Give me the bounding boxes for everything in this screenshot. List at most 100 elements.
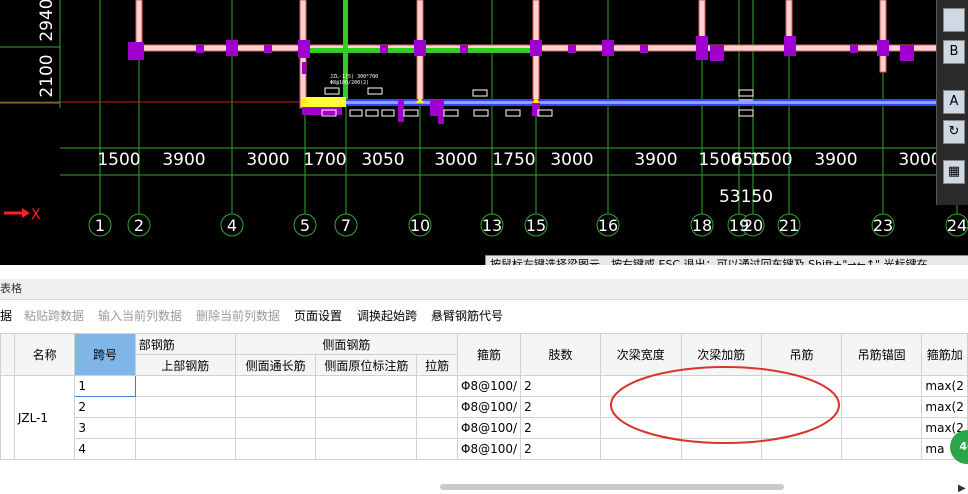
stirrup-cell[interactable]: Φ8@100/ bbox=[457, 375, 522, 397]
legs-cell[interactable]: 2 bbox=[520, 375, 602, 397]
col-tie[interactable]: 拉筋 bbox=[416, 354, 459, 376]
tool-button-a[interactable]: A bbox=[943, 90, 965, 114]
scroll-right-icon[interactable]: ▶ bbox=[958, 483, 966, 494]
dim-6: 3000 bbox=[434, 150, 477, 170]
dim-9: 3900 bbox=[634, 150, 677, 170]
stirrup-cell[interactable]: Φ8@100/ bbox=[457, 417, 522, 439]
side-through-cell[interactable] bbox=[234, 438, 317, 460]
hanger-anchor-cell[interactable] bbox=[840, 375, 923, 397]
beam-name-cell[interactable]: JZL-1 bbox=[13, 375, 76, 460]
input-column-data-button[interactable]: 输入当前列数据 bbox=[98, 305, 182, 327]
swap-start-span-button[interactable]: 调换起始跨 bbox=[357, 305, 417, 327]
side-through-cell[interactable] bbox=[234, 417, 317, 439]
dim-2: 3900 bbox=[162, 150, 205, 170]
dim-1: 1500 bbox=[97, 150, 140, 170]
col-side-through[interactable]: 侧面通长筋 bbox=[234, 354, 317, 376]
row-header-corner bbox=[0, 333, 15, 376]
hanger-anchor-cell[interactable] bbox=[840, 417, 923, 439]
side-mark-cell[interactable] bbox=[315, 375, 418, 397]
col-stirrup-add[interactable]: 箍筋加 bbox=[921, 333, 968, 376]
right-toolbar: B A ↻ ▦ bbox=[936, 0, 968, 205]
span-cell[interactable]: 2 bbox=[74, 396, 136, 418]
span-cell[interactable]: 4 bbox=[74, 438, 136, 460]
stirrup-add-cell[interactable]: max(2 bbox=[921, 396, 968, 418]
col-legs[interactable]: 肢数 bbox=[520, 333, 602, 376]
panel-title: 表格 bbox=[0, 279, 968, 300]
top-steel-cell[interactable] bbox=[134, 375, 236, 397]
dim-7: 1750 bbox=[492, 150, 535, 170]
legs-cell[interactable]: 2 bbox=[520, 417, 602, 439]
top-steel-cell[interactable] bbox=[134, 396, 236, 418]
side-through-cell[interactable] bbox=[234, 396, 317, 418]
axis-23: 23 bbox=[873, 216, 893, 235]
left-dim-2: 2100 bbox=[37, 54, 57, 97]
stirrup-add-cell[interactable]: max(2 bbox=[921, 375, 968, 397]
tool-button-1[interactable] bbox=[943, 8, 965, 32]
svg-text:Φ8@100/200(2): Φ8@100/200(2) bbox=[330, 80, 369, 86]
dim-8: 3000 bbox=[550, 150, 593, 170]
toolbar-data-button[interactable]: 据 bbox=[0, 305, 12, 327]
dim-5: 3050 bbox=[361, 150, 404, 170]
axis-21: 21 bbox=[779, 216, 799, 235]
axis-15: 15 bbox=[526, 216, 546, 235]
drawing-area[interactable]: JZL-1(5) 300*700 Φ8@100/200(2) 1500 3900… bbox=[0, 0, 968, 265]
delete-column-data-button[interactable]: 删除当前列数据 bbox=[196, 305, 280, 327]
col-span[interactable]: 跨号 bbox=[74, 333, 136, 376]
stirrup-cell[interactable]: Φ8@100/ bbox=[457, 396, 522, 418]
span-cell[interactable]: 1 bbox=[74, 375, 136, 397]
cad-canvas[interactable]: JZL-1(5) 300*700 Φ8@100/200(2) 1500 3900… bbox=[0, 0, 968, 265]
dim-3: 3000 bbox=[246, 150, 289, 170]
col-stirrup[interactable]: 箍筋 bbox=[457, 333, 522, 376]
side-mark-cell[interactable] bbox=[315, 396, 418, 418]
hanger-anchor-cell[interactable] bbox=[840, 396, 923, 418]
side-through-cell[interactable] bbox=[234, 375, 317, 397]
axis-10: 10 bbox=[410, 216, 430, 235]
dim-12: 1500 bbox=[749, 150, 792, 170]
dim-4: 1700 bbox=[303, 150, 346, 170]
axis-7: 7 bbox=[341, 216, 351, 235]
axis-16: 16 bbox=[598, 216, 618, 235]
row-header bbox=[0, 375, 15, 460]
axis-18: 18 bbox=[692, 216, 712, 235]
col-top-steel[interactable]: 上部钢筋 bbox=[134, 354, 236, 376]
rotate-icon[interactable]: ↻ bbox=[943, 120, 965, 144]
dim-13: 3900 bbox=[814, 150, 857, 170]
top-steel-cell[interactable] bbox=[134, 417, 236, 439]
axis-24: 24 bbox=[947, 216, 967, 235]
beam-table-panel: 表格 据 粘贴跨数据 输入当前列数据 删除当前列数据 页面设置 调换起始跨 悬臂… bbox=[0, 265, 968, 494]
axis-2: 2 bbox=[134, 216, 144, 235]
side-mark-cell[interactable] bbox=[315, 417, 418, 439]
col-hanger-anchor[interactable]: 吊筋锚固 bbox=[840, 333, 923, 376]
table-toolbar: 据 粘贴跨数据 输入当前列数据 删除当前列数据 页面设置 调换起始跨 悬臂钢筋代… bbox=[0, 305, 968, 327]
axis-5: 5 bbox=[300, 216, 310, 235]
horizontal-scrollbar[interactable] bbox=[440, 484, 784, 490]
grid-icon[interactable]: ▦ bbox=[943, 160, 965, 184]
side-mark-cell[interactable] bbox=[315, 438, 418, 460]
axis-1: 1 bbox=[95, 216, 105, 235]
tie-cell[interactable] bbox=[416, 417, 459, 439]
col-top-group: 部钢筋 bbox=[134, 333, 236, 355]
col-name[interactable]: 名称 bbox=[13, 333, 76, 376]
legs-cell[interactable]: 2 bbox=[520, 438, 602, 460]
annotation-circle bbox=[610, 366, 840, 444]
page-setup-button[interactable]: 页面设置 bbox=[294, 305, 342, 327]
axis-20: 20 bbox=[743, 216, 763, 235]
col-side-mark[interactable]: 侧面原位标注筋 bbox=[315, 354, 418, 376]
tie-cell[interactable] bbox=[416, 375, 459, 397]
hanger-anchor-cell[interactable] bbox=[840, 438, 923, 460]
tie-cell[interactable] bbox=[416, 396, 459, 418]
legs-cell[interactable]: 2 bbox=[520, 396, 602, 418]
axis-13: 13 bbox=[482, 216, 502, 235]
total-dim: 53150 bbox=[719, 187, 773, 207]
span-cell[interactable]: 3 bbox=[74, 417, 136, 439]
tie-cell[interactable] bbox=[416, 438, 459, 460]
tool-button-b[interactable]: B bbox=[943, 40, 965, 64]
stirrup-cell[interactable]: Φ8@100/ bbox=[457, 438, 522, 460]
top-steel-cell[interactable] bbox=[134, 438, 236, 460]
paste-span-data-button[interactable]: 粘贴跨数据 bbox=[24, 305, 84, 327]
axis-4: 4 bbox=[227, 216, 237, 235]
cantilever-code-button[interactable]: 悬臂钢筋代号 bbox=[431, 305, 503, 327]
svg-text:X: X bbox=[31, 207, 41, 223]
left-dim-1: 2940 bbox=[37, 0, 57, 42]
col-side-group: 侧面钢筋 bbox=[234, 333, 459, 355]
